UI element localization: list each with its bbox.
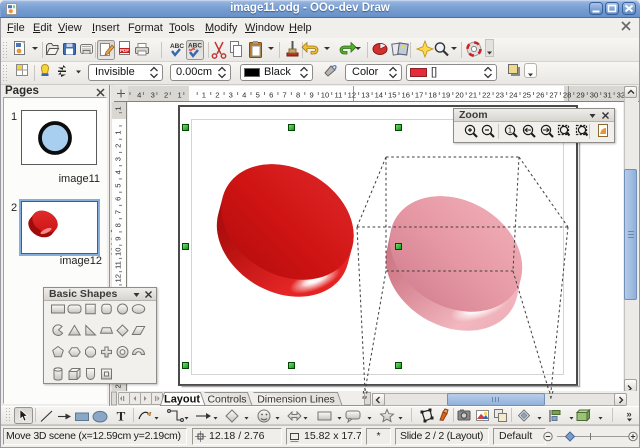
svg-text:21: 21 [469, 91, 477, 100]
svg-text:17: 17 [415, 91, 423, 100]
svg-text:3: 3 [151, 91, 155, 100]
svg-text:25: 25 [523, 91, 531, 100]
svg-text:1: 1 [114, 130, 123, 134]
svg-text:Dimension Lines: Dimension Lines [257, 394, 335, 406]
svg-text:13: 13 [361, 91, 369, 100]
svg-text:3: 3 [114, 157, 123, 161]
svg-text:24: 24 [509, 91, 517, 100]
svg-text:1: 1 [177, 91, 181, 100]
svg-text:31: 31 [603, 91, 611, 100]
svg-text:ABC: ABC [170, 43, 184, 50]
svg-text:12: 12 [114, 274, 123, 282]
svg-text:1: 1 [202, 91, 206, 100]
svg-text:20: 20 [455, 91, 463, 100]
svg-text:5: 5 [256, 91, 260, 100]
svg-text:10: 10 [321, 91, 329, 100]
svg-text:3: 3 [229, 91, 233, 100]
svg-text:1: 1 [114, 106, 123, 110]
svg-text:T: T [117, 409, 126, 424]
svg-text:2: 2 [215, 91, 219, 100]
svg-text:10: 10 [114, 248, 123, 256]
svg-text:2: 2 [114, 144, 123, 148]
svg-text:28: 28 [563, 91, 571, 100]
svg-text:7: 7 [114, 210, 123, 214]
svg-text:22: 22 [482, 91, 490, 100]
svg-text:27: 27 [549, 91, 557, 100]
svg-text:6: 6 [269, 91, 273, 100]
svg-text:Layout: Layout [164, 394, 200, 406]
svg-text:PDF: PDF [120, 48, 129, 53]
svg-text:14: 14 [375, 91, 383, 100]
svg-text:»: » [626, 409, 631, 420]
svg-text:16: 16 [401, 91, 409, 100]
svg-text:29: 29 [576, 91, 584, 100]
svg-text:30: 30 [590, 91, 598, 100]
svg-text:11: 11 [114, 261, 123, 269]
svg-text:8: 8 [296, 91, 300, 100]
svg-text:19: 19 [442, 91, 450, 100]
svg-text:4: 4 [137, 91, 141, 100]
svg-text:ABC: ABC [188, 43, 202, 50]
svg-text:9: 9 [309, 91, 313, 100]
svg-text:12: 12 [348, 91, 356, 100]
svg-text:7: 7 [282, 91, 286, 100]
svg-text:4: 4 [242, 91, 246, 100]
svg-text:18: 18 [428, 91, 436, 100]
svg-text:11: 11 [334, 91, 342, 100]
svg-text:5: 5 [114, 183, 123, 187]
svg-text:26: 26 [536, 91, 544, 100]
svg-text:15: 15 [388, 91, 396, 100]
svg-text:1: 1 [508, 128, 512, 135]
svg-text:4: 4 [114, 170, 123, 174]
svg-text:Controls: Controls [207, 394, 246, 406]
svg-text:2: 2 [164, 91, 168, 100]
svg-text:8: 8 [114, 223, 123, 227]
svg-text:9: 9 [114, 236, 123, 240]
svg-text:23: 23 [496, 91, 504, 100]
svg-text:6: 6 [114, 197, 123, 201]
